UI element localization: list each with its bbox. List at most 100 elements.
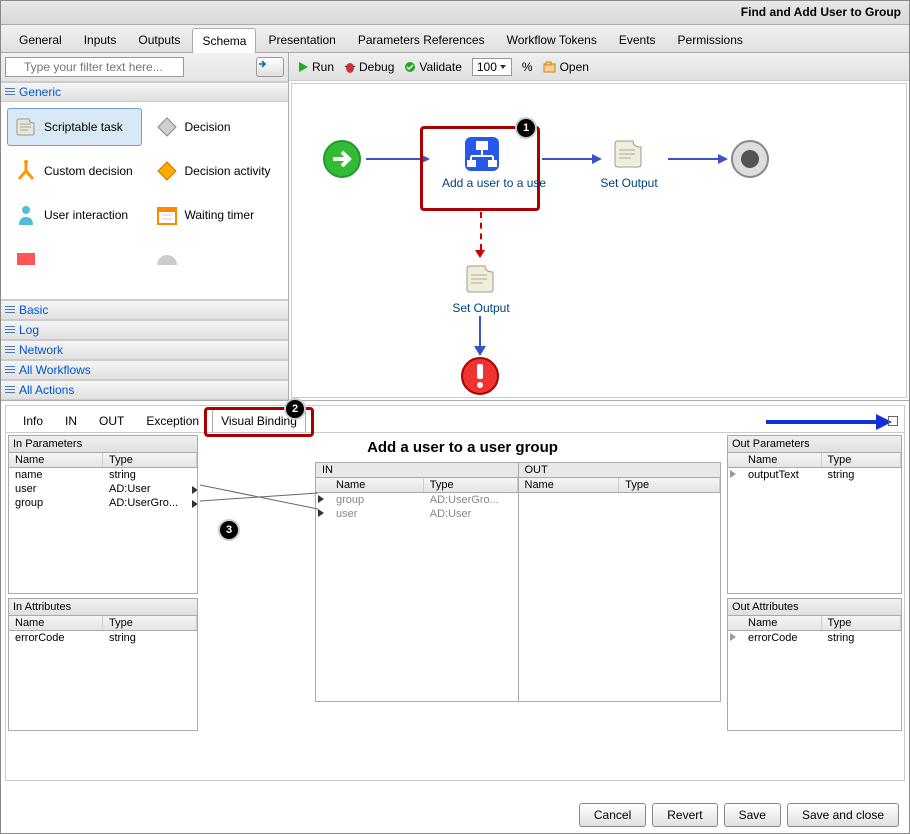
table-row[interactable]: errorCodestring xyxy=(728,631,901,645)
cell: AD:User xyxy=(103,482,197,496)
canvas-area: Run Debug Validate 100 % Open xyxy=(289,53,909,400)
binding-lines xyxy=(200,469,320,529)
tab-general[interactable]: General xyxy=(9,27,72,52)
col-type[interactable]: Type xyxy=(424,478,518,492)
table-row[interactable]: userAD:User xyxy=(9,482,197,496)
sub-tabs: Info IN OUT Exception Visual Binding xyxy=(6,406,904,432)
category-basic[interactable]: Basic xyxy=(1,300,288,320)
table-row[interactable]: userAD:User xyxy=(316,507,518,521)
tab-permissions[interactable]: Permissions xyxy=(668,27,753,52)
category-log[interactable]: Log xyxy=(1,320,288,340)
col-type[interactable]: Type xyxy=(103,453,197,467)
col-name[interactable]: Name xyxy=(742,616,822,630)
panel-title: Out Attributes xyxy=(728,599,901,616)
subtab-out[interactable]: OUT xyxy=(90,409,133,432)
search-input[interactable] xyxy=(5,57,184,77)
error-end-node[interactable] xyxy=(460,356,500,396)
table-row[interactable]: namestring xyxy=(9,468,197,482)
list-icon xyxy=(5,343,15,357)
end-icon xyxy=(730,139,770,179)
canvas-toolbar: Run Debug Validate 100 % Open xyxy=(289,53,909,81)
tool-waiting-timer[interactable]: Waiting timer xyxy=(148,196,283,234)
col-name[interactable]: Name xyxy=(519,478,620,492)
table-row[interactable]: groupAD:UserGro... xyxy=(316,493,518,507)
tab-inputs[interactable]: Inputs xyxy=(74,27,127,52)
end-node[interactable] xyxy=(730,139,770,179)
cancel-button[interactable]: Cancel xyxy=(579,803,646,827)
tool-label: Scriptable task xyxy=(44,120,123,134)
col-name[interactable]: Name xyxy=(742,453,822,467)
out-column: OUT NameType xyxy=(519,463,721,701)
center-panel: 3 Add a user to a user group IN NameType… xyxy=(200,433,725,733)
category-label: Network xyxy=(19,343,63,357)
tool-scriptable-task[interactable]: Scriptable task xyxy=(7,108,142,146)
tab-presentation[interactable]: Presentation xyxy=(258,27,345,52)
cell: group xyxy=(9,496,103,510)
col-type[interactable]: Type xyxy=(822,453,902,467)
tool-user-interaction[interactable]: User interaction xyxy=(7,196,142,234)
start-icon xyxy=(322,139,362,179)
set-output-node-2[interactable]: Set Output xyxy=(446,259,516,315)
col-name[interactable]: Name xyxy=(9,616,103,630)
tool-partial-1[interactable] xyxy=(7,240,142,278)
table-row[interactable]: outputTextstring xyxy=(728,468,901,482)
cell: group xyxy=(330,493,424,507)
category-network[interactable]: Network xyxy=(1,340,288,360)
workflow-canvas[interactable]: 1 Add a user to a use Set Output xyxy=(291,83,907,398)
subtab-in[interactable]: IN xyxy=(56,409,86,432)
category-all-actions[interactable]: All Actions xyxy=(1,380,288,400)
revert-button[interactable]: Revert xyxy=(652,803,717,827)
start-node[interactable] xyxy=(322,139,362,179)
save-button[interactable]: Save xyxy=(724,803,781,827)
person-icon xyxy=(14,203,38,227)
category-generic[interactable]: Generic xyxy=(1,82,288,102)
callout-3: 3 xyxy=(218,519,240,541)
flow-arrow xyxy=(668,158,718,160)
open-label: Open xyxy=(560,60,589,74)
lower-panel: Info IN OUT Exception Visual Binding 2 I… xyxy=(1,401,909,785)
col-name[interactable]: Name xyxy=(9,453,103,467)
node-label: Set Output xyxy=(594,176,664,190)
tool-decision[interactable]: Decision xyxy=(148,108,283,146)
tab-outputs[interactable]: Outputs xyxy=(128,27,190,52)
search-go-button[interactable] xyxy=(256,57,284,77)
col-header: OUT xyxy=(519,463,721,478)
col-type[interactable]: Type xyxy=(103,616,197,630)
tab-param-refs[interactable]: Parameters References xyxy=(348,27,495,52)
zoom-select[interactable]: 100 xyxy=(472,58,512,76)
category-all-workflows[interactable]: All Workflows xyxy=(1,360,288,380)
col-type[interactable]: Type xyxy=(822,616,902,630)
run-label: Run xyxy=(312,60,334,74)
run-button[interactable]: Run xyxy=(297,60,334,74)
table-row[interactable]: groupAD:UserGro... xyxy=(9,496,197,510)
out-params-panel: Out Parameters NameType outputTextstring xyxy=(727,435,902,594)
tab-schema[interactable]: Schema xyxy=(192,28,256,53)
validate-button[interactable]: Validate xyxy=(404,60,461,74)
tab-events[interactable]: Events xyxy=(609,27,666,52)
tool-decision-activity[interactable]: Decision activity xyxy=(148,152,283,190)
cell: outputText xyxy=(742,468,822,482)
col-type[interactable]: Type xyxy=(619,478,720,492)
debug-button[interactable]: Debug xyxy=(344,60,394,74)
col-name[interactable]: Name xyxy=(330,478,424,492)
connector-icon xyxy=(730,633,736,641)
cell: string xyxy=(822,468,902,482)
validate-label: Validate xyxy=(419,60,461,74)
save-close-button[interactable]: Save and close xyxy=(787,803,899,827)
tool-custom-decision[interactable]: Custom decision xyxy=(7,152,142,190)
panel-title: Out Parameters xyxy=(728,436,901,453)
table-row[interactable]: errorCodestring xyxy=(9,631,197,645)
subtab-info[interactable]: Info xyxy=(14,409,52,432)
category-label: Generic xyxy=(19,85,61,99)
tab-wf-tokens[interactable]: Workflow Tokens xyxy=(497,27,607,52)
add-user-node[interactable]: Add a user to a use xyxy=(442,134,522,190)
list-icon xyxy=(5,85,15,99)
palette: Generic Scriptable task Decision Custom … xyxy=(1,53,289,400)
tool-partial-2[interactable] xyxy=(148,240,283,278)
subtab-exception[interactable]: Exception xyxy=(137,409,208,432)
set-output-node-1[interactable]: Set Output xyxy=(594,134,664,190)
exception-flow xyxy=(480,212,482,250)
arrow-head-icon xyxy=(718,154,728,164)
category-label: All Workflows xyxy=(19,363,91,377)
open-button[interactable]: Open xyxy=(543,60,589,74)
